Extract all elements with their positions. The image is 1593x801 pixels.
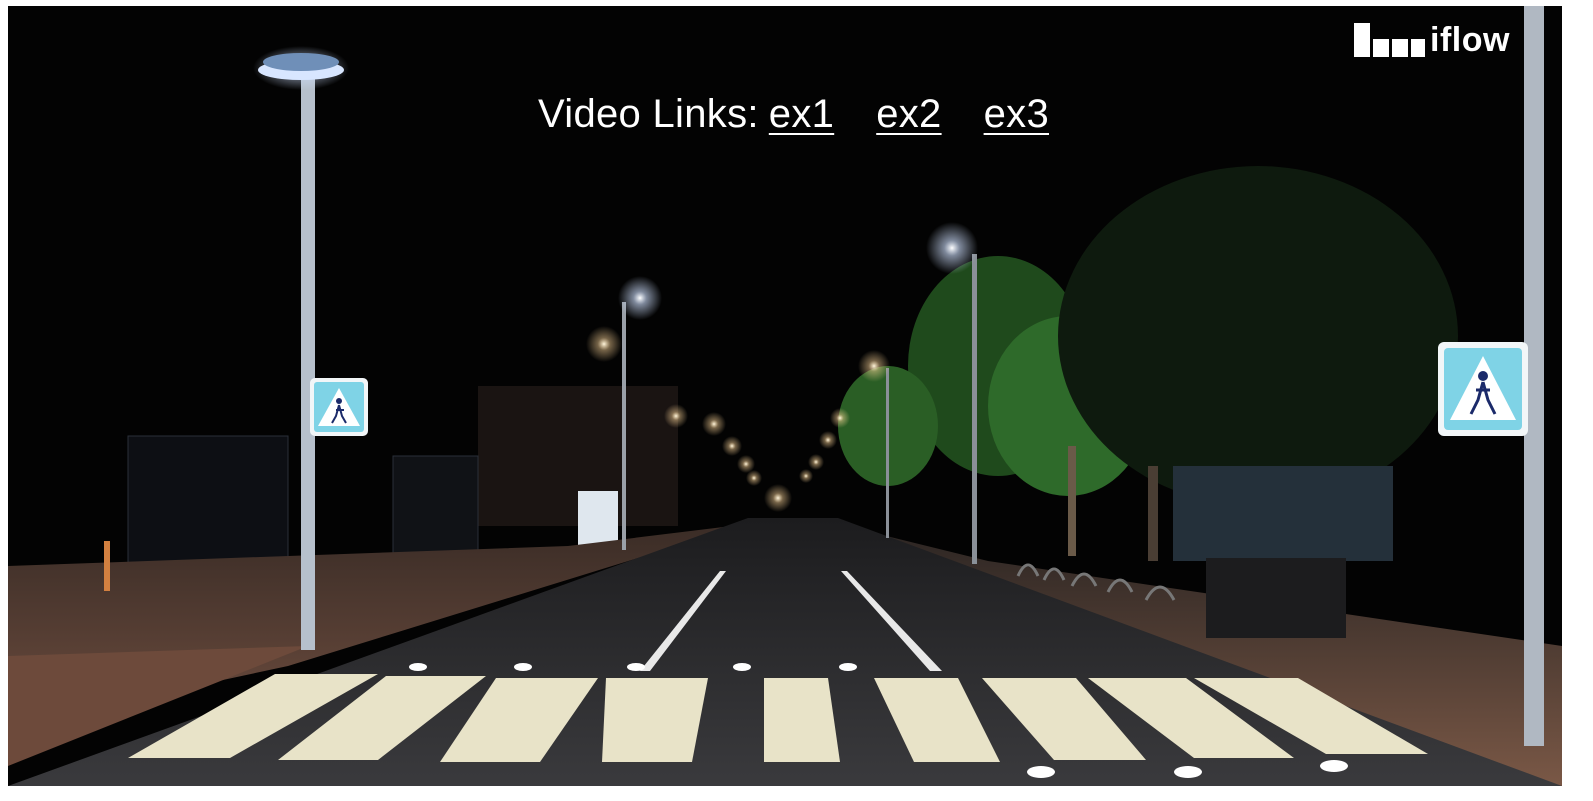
bollard: [104, 541, 110, 591]
dumpster: [1206, 558, 1346, 638]
logo-blocks-icon: [1354, 23, 1428, 57]
bus-shelter-mid: [392, 455, 479, 567]
street-night-photo: Video Links: ex1 ex2 ex3 iflow: [8, 6, 1562, 786]
video-links: Video Links: ex1 ex2 ex3: [538, 92, 1049, 142]
pedestrian-crossing-sign-icon: [310, 378, 368, 436]
video-links-label: Video Links:: [538, 92, 759, 136]
iflow-logo: iflow: [1354, 20, 1550, 60]
video-link-ex2[interactable]: ex2: [876, 92, 941, 136]
ad-panel: [578, 491, 618, 546]
video-link-ex3[interactable]: ex3: [984, 92, 1049, 136]
pedestrian-crossing-sign-icon-right: [1438, 342, 1528, 436]
logo-text: iflow: [1430, 20, 1510, 59]
graffiti-wall: [1173, 466, 1393, 561]
video-link-ex1[interactable]: ex1: [769, 92, 834, 136]
